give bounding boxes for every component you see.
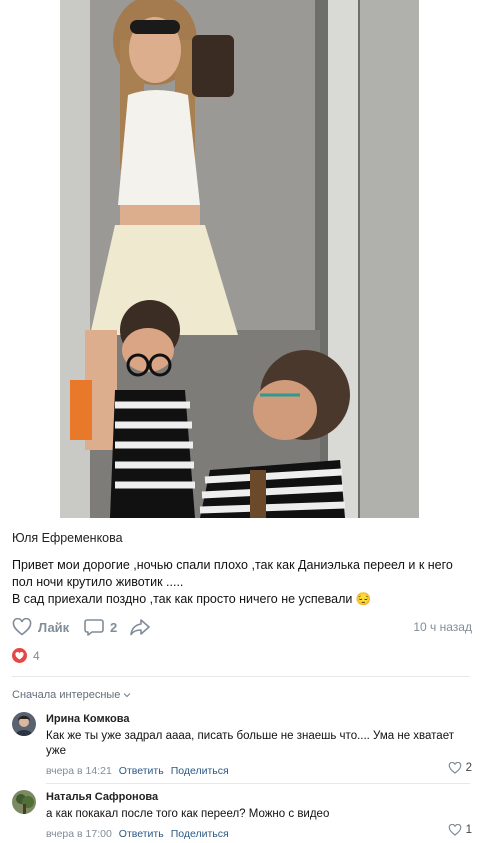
like-button[interactable]: Лайк (12, 618, 69, 636)
comment-like-button[interactable]: 1 (448, 824, 472, 836)
share-arrow-icon (130, 619, 150, 636)
comment-body: Наталья Сафронова а как покакал после то… (46, 790, 472, 840)
heart-filled-icon (12, 648, 27, 663)
comment-item: Ирина Комкова Как же ты уже задрал аааа,… (12, 712, 472, 782)
comment-like-button[interactable]: 2 (448, 762, 472, 774)
reactions-count: 4 (33, 648, 40, 663)
post-actions-bar: Лайк 2 10 ч назад (12, 618, 472, 638)
post-text-line: В сад приехали поздно ,так как просто ни… (12, 592, 372, 606)
share-button[interactable] (130, 618, 150, 641)
comment-author[interactable]: Наталья Сафронова (46, 790, 472, 804)
avatar[interactable] (12, 790, 36, 814)
comment-like-count: 1 (465, 824, 472, 836)
comment-text: Как же ты уже задрал аааа, писать больше… (46, 730, 454, 757)
comments-sort-dropdown[interactable]: Сначала интересные (12, 689, 131, 701)
reactions-summary[interactable]: 4 (12, 648, 40, 663)
divider (46, 783, 470, 784)
comments-count: 2 (110, 619, 118, 635)
comment-like-count: 2 (465, 762, 472, 774)
heart-outline-icon (448, 762, 461, 774)
avatar[interactable] (12, 712, 36, 736)
sort-label: Сначала интересные (12, 689, 121, 701)
post-photo[interactable] (60, 0, 419, 518)
post-author-name[interactable]: Юля Ефременкова (12, 531, 123, 545)
post-text: Привет мои дорогие ,ночью спали плохо ,т… (12, 557, 474, 608)
divider (12, 676, 470, 677)
share-comment-button[interactable]: Поделиться (171, 828, 229, 840)
post-text-line: пол ночи крутило животик ..... (12, 575, 184, 589)
mirror-selfie-image (60, 0, 419, 518)
comment-body: Ирина Комкова Как же ты уже задрал аааа,… (46, 712, 472, 777)
comment-author[interactable]: Ирина Комкова (46, 712, 472, 726)
comment-time[interactable]: вчера в 17:00 (46, 828, 112, 840)
heart-outline-icon (448, 824, 461, 836)
comment-item: Наталья Сафронова а как покакал после то… (12, 790, 472, 840)
comment-time[interactable]: вчера в 14:21 (46, 765, 112, 777)
comment-meta: вчера в 17:00 Ответить Поделиться (46, 828, 472, 840)
post-time[interactable]: 10 ч назад (413, 620, 472, 634)
post-text-line: Привет мои дорогие ,ночью спали плохо ,т… (12, 558, 453, 572)
reply-button[interactable]: Ответить (119, 828, 164, 840)
reply-button[interactable]: Ответить (119, 765, 164, 777)
speech-bubble-icon (84, 619, 104, 636)
share-comment-button[interactable]: Поделиться (171, 765, 229, 777)
chevron-down-icon (123, 693, 131, 698)
comment-text: а как покакал после того как переел? Мож… (46, 808, 330, 820)
comment-meta: вчера в 14:21 Ответить Поделиться (46, 765, 472, 777)
like-label: Лайк (38, 619, 70, 635)
heart-outline-icon (12, 618, 32, 636)
comments-button[interactable]: 2 (84, 618, 117, 636)
